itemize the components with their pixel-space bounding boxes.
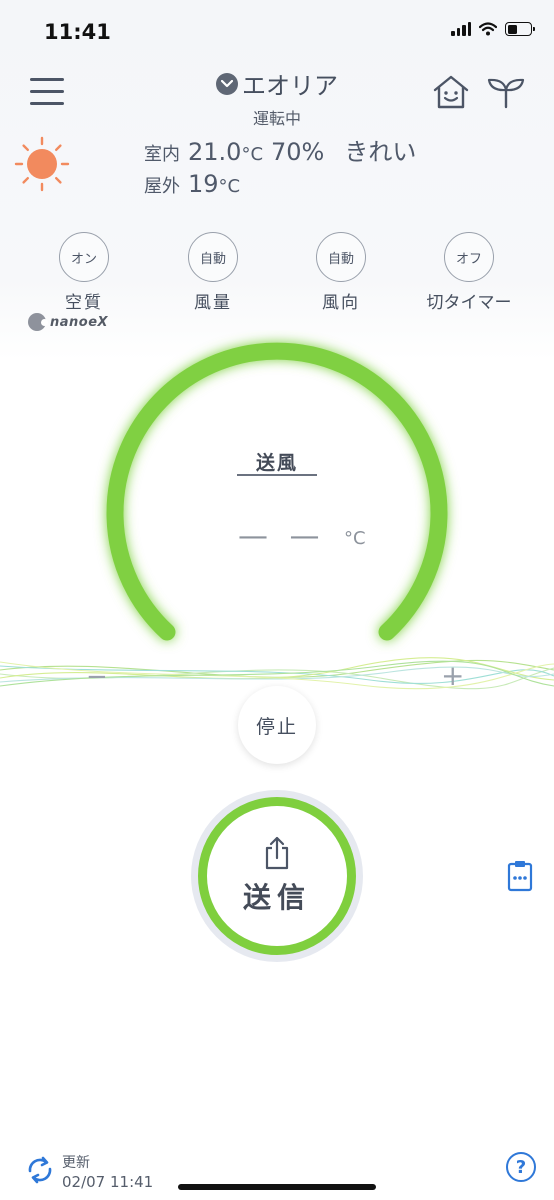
air-quality-label: 空質 bbox=[65, 293, 103, 313]
outdoor-temp: 19°C bbox=[188, 170, 241, 198]
mode-label[interactable]: 送風 bbox=[237, 448, 317, 475]
outdoor-label: 屋外 bbox=[144, 176, 180, 197]
sun-icon bbox=[14, 136, 70, 192]
home-smile-icon[interactable] bbox=[432, 74, 470, 110]
air-status: きれい bbox=[344, 138, 417, 166]
function-fan-speed[interactable]: 自動 風量 bbox=[158, 232, 268, 313]
function-off-timer[interactable]: オフ 切タイマー bbox=[414, 232, 524, 313]
wifi-icon bbox=[479, 22, 497, 36]
help-button[interactable]: ? bbox=[506, 1152, 536, 1182]
temperature-unit: °C bbox=[344, 528, 366, 549]
chevron-down-icon bbox=[216, 72, 238, 95]
nanoe-logo-text: nanoeX bbox=[50, 314, 109, 330]
stop-button[interactable]: 停止 bbox=[238, 686, 316, 764]
refresh-icon[interactable] bbox=[24, 1154, 56, 1186]
temp-increase-button[interactable]: + bbox=[441, 659, 464, 692]
set-temperature: — — bbox=[238, 519, 326, 554]
fan-direction-label: 風向 bbox=[322, 293, 360, 313]
battery-icon bbox=[505, 22, 535, 36]
dial-arc bbox=[106, 342, 448, 641]
indoor-label: 室内 bbox=[144, 144, 180, 165]
clipboard-icon[interactable] bbox=[507, 860, 533, 892]
function-air-quality[interactable]: オン 空質 bbox=[29, 232, 139, 313]
air-wave-lines bbox=[0, 657, 554, 690]
function-fan-direction[interactable]: 自動 風向 bbox=[286, 232, 396, 313]
share-icon bbox=[265, 836, 289, 870]
air-quality-toggle[interactable]: オン bbox=[59, 232, 109, 282]
device-name: エオリア bbox=[242, 72, 338, 100]
fan-direction-toggle[interactable]: 自動 bbox=[316, 232, 366, 282]
sprout-icon[interactable] bbox=[486, 74, 526, 110]
fan-speed-toggle[interactable]: 自動 bbox=[188, 232, 238, 282]
status-icons bbox=[451, 22, 535, 36]
cellular-signal-icon bbox=[451, 22, 471, 36]
off-timer-toggle[interactable]: オフ bbox=[444, 232, 494, 282]
outdoor-readout: 屋外 19°C bbox=[144, 170, 240, 198]
nanoe-logo-icon bbox=[28, 313, 48, 331]
home-indicator[interactable] bbox=[178, 1184, 376, 1190]
device-selector[interactable]: エオリア bbox=[216, 66, 338, 101]
send-button-label: 送信 bbox=[242, 881, 311, 914]
update-time: 02/07 11:41 bbox=[62, 1173, 154, 1191]
app-screen: 11:41 エオリア 運転中 室内 21.0°C 70% きれい 屋外 19°C… bbox=[0, 0, 554, 1200]
status-time: 11:41 bbox=[44, 20, 111, 44]
nanoe-logo: nanoeX bbox=[28, 313, 108, 331]
indoor-humidity: 70% bbox=[271, 138, 325, 166]
indoor-temp: 21.0°C bbox=[188, 138, 264, 166]
fan-speed-label: 風量 bbox=[194, 293, 232, 313]
mode-underline bbox=[237, 474, 317, 476]
indoor-readout: 室内 21.0°C 70% きれい bbox=[144, 132, 416, 167]
off-timer-label: 切タイマー bbox=[426, 293, 512, 313]
device-status: 運転中 bbox=[252, 109, 301, 128]
update-label: 更新 bbox=[62, 1155, 90, 1171]
device-title[interactable]: エオリア 運転中 bbox=[0, 66, 554, 129]
temp-decrease-button[interactable]: − bbox=[86, 662, 108, 692]
send-button[interactable]: 送信 bbox=[198, 797, 356, 955]
